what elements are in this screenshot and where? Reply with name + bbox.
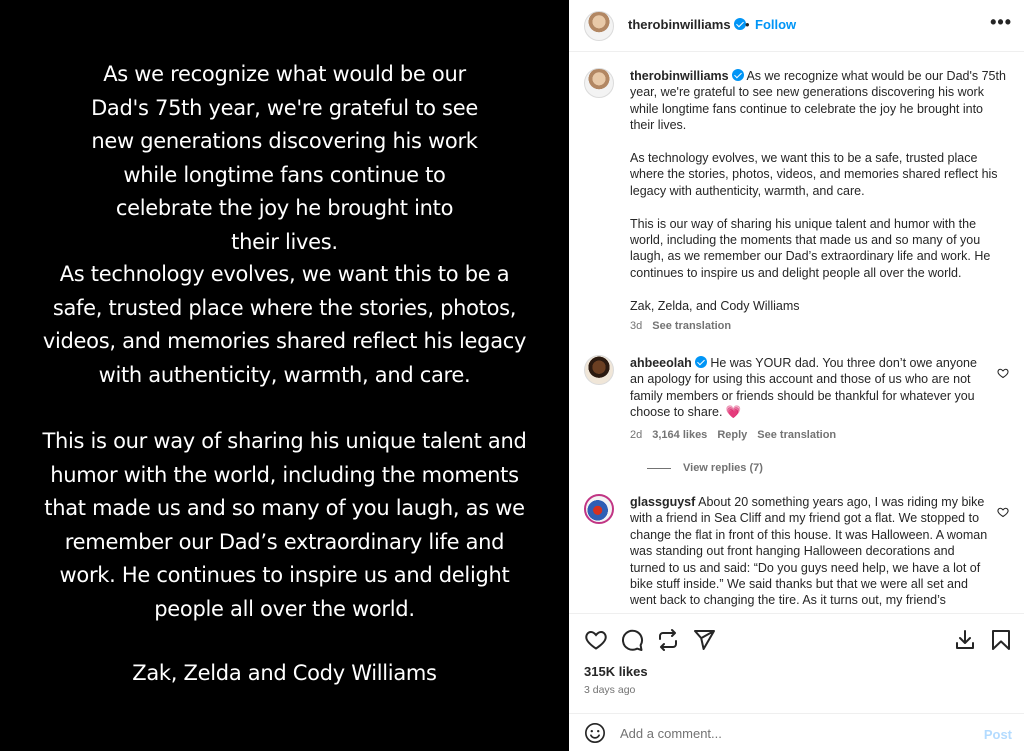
avatar[interactable]: [584, 11, 614, 41]
verified-icon: [733, 18, 746, 30]
caption-paragraph-3: This is our way of sharing his unique ta…: [630, 216, 991, 280]
comment-item: ahbeeolah He was YOUR dad. You three don…: [584, 355, 1009, 455]
avatar[interactable]: [584, 494, 614, 524]
emoji-icon[interactable]: [584, 722, 606, 744]
caption-meta: 3d See translation: [630, 318, 1008, 334]
follow-button[interactable]: Follow: [755, 17, 796, 32]
reply-button[interactable]: Reply: [717, 429, 747, 441]
image-paragraph-3: This is our way of sharing his unique ta…: [42, 429, 527, 621]
likes-count[interactable]: 315K likes: [584, 664, 648, 679]
heart-icon[interactable]: [584, 628, 608, 652]
view-replies-button[interactable]: View replies (7): [647, 462, 763, 474]
repost-icon[interactable]: [656, 628, 680, 652]
post-sidebar: therobinwilliams • Follow ••• therobinwi…: [569, 0, 1024, 751]
caption-text: therobinwilliams As we recognize what wo…: [630, 68, 1008, 334]
comment-likes[interactable]: 3,164 likes: [652, 429, 707, 441]
bookmark-icon[interactable]: [989, 628, 1013, 652]
header-username[interactable]: therobinwilliams: [628, 17, 746, 32]
like-comment-heart-icon[interactable]: [997, 506, 1009, 518]
image-signature: Zak, Zelda and Cody Williams: [132, 661, 437, 685]
comment-time[interactable]: 2d: [630, 429, 642, 441]
comment-text: ahbeeolah He was YOUR dad. You three don…: [630, 355, 990, 443]
comment-input[interactable]: [620, 722, 960, 744]
comment-username[interactable]: ahbeeolah: [630, 356, 707, 370]
caption-time[interactable]: 3d: [630, 320, 642, 332]
caption-username[interactable]: therobinwilliams: [630, 69, 744, 83]
like-comment-heart-icon[interactable]: [997, 367, 1009, 379]
comment-meta: 2d 3,164 likes Reply See translation: [630, 427, 990, 443]
caption-paragraph-4: Zak, Zelda, and Cody Williams: [630, 298, 800, 313]
separator-dot: •: [745, 17, 750, 32]
see-translation-link[interactable]: See translation: [652, 320, 731, 332]
caption-paragraph-2: As technology evolves, we want this to b…: [630, 151, 998, 198]
post-image: As we recognize what would be our Dad's …: [0, 0, 569, 751]
verified-icon: [694, 356, 707, 368]
post-header: therobinwilliams • Follow •••: [569, 0, 1024, 52]
image-paragraph-2: As technology evolves, we want this to b…: [42, 262, 527, 387]
image-paragraph-1: As we recognize what would be our Dad's …: [91, 62, 478, 254]
action-bar: [569, 613, 1024, 663]
avatar[interactable]: [584, 68, 614, 98]
verified-icon: [731, 69, 744, 81]
share-icon[interactable]: [692, 628, 716, 652]
post-date[interactable]: 3 days ago: [584, 684, 635, 696]
add-comment-bar: Post: [569, 713, 1024, 751]
comment-text: glassguysf About 20 something years ago,…: [630, 494, 990, 609]
download-icon[interactable]: [953, 628, 977, 652]
post-button[interactable]: Post: [984, 727, 1012, 742]
see-translation-link[interactable]: See translation: [757, 429, 836, 441]
more-options-icon[interactable]: •••: [990, 12, 1012, 33]
comments-scroll[interactable]: therobinwilliams As we recognize what wo…: [569, 53, 1024, 613]
comment-username[interactable]: glassguysf: [630, 495, 695, 509]
heart-emoji: 💗: [725, 405, 742, 420]
comment-item: glassguysf About 20 something years ago,…: [584, 494, 1009, 613]
comment-icon[interactable]: [620, 628, 644, 652]
comment-body: About 20 something years ago, I was ridi…: [630, 495, 988, 608]
avatar[interactable]: [584, 355, 614, 385]
